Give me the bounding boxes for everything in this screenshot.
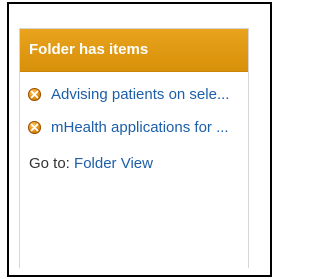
goto-label: Go to: — [29, 155, 70, 172]
folder-item-link[interactable]: Advising patients on sele... — [51, 86, 229, 103]
folder-item-list: Advising patients on sele... mHealth app… — [20, 85, 248, 138]
goto-row: Go to: Folder View — [20, 154, 248, 174]
remove-x-icon[interactable] — [28, 121, 41, 134]
remove-x-icon[interactable] — [28, 88, 41, 101]
widget-title: Folder has items — [29, 41, 149, 58]
widget-header: Folder has items — [20, 29, 248, 72]
folder-view-link[interactable]: Folder View — [74, 155, 153, 172]
folder-widget: Folder has items Advising patients on se… — [19, 28, 249, 268]
folder-item-link[interactable]: mHealth applications for ... — [51, 119, 229, 136]
list-item: Advising patients on sele... — [20, 85, 248, 105]
list-item: mHealth applications for ... — [20, 118, 248, 138]
